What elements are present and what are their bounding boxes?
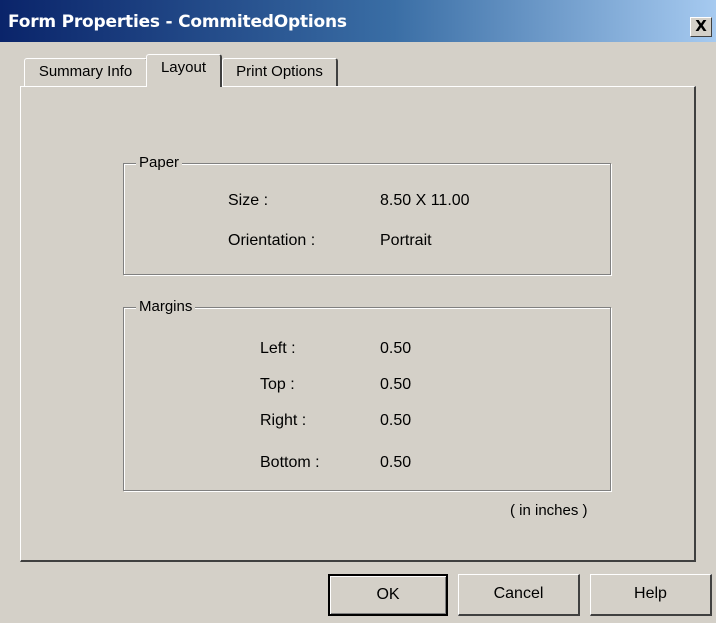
close-icon: X — [695, 17, 707, 35]
cancel-button[interactable]: Cancel — [458, 574, 580, 616]
tab-panel-layout — [20, 86, 696, 562]
title-bar[interactable]: Form Properties - CommitedOptions X — [0, 0, 716, 42]
close-button[interactable]: X — [690, 17, 712, 37]
tab-layout[interactable]: Layout — [146, 54, 222, 87]
help-button[interactable]: Help — [590, 574, 712, 616]
tab-print-options[interactable]: Print Options — [222, 58, 338, 86]
tab-summary-info[interactable]: Summary Info — [24, 58, 148, 86]
window-title: Form Properties - CommitedOptions — [8, 12, 347, 32]
ok-button[interactable]: OK — [328, 574, 448, 616]
